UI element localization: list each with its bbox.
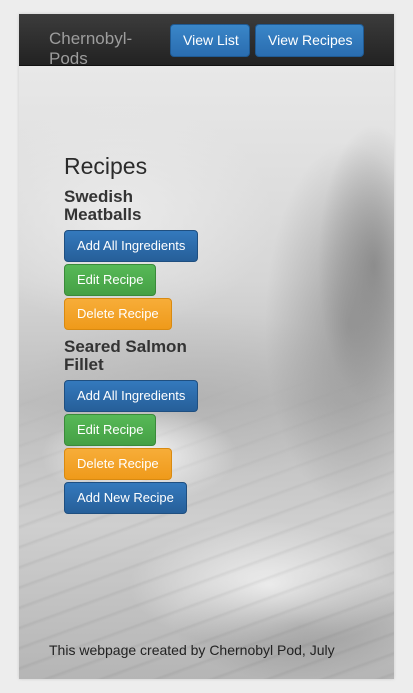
brand-link[interactable]: Chernobyl-Pods (49, 29, 159, 69)
recipes-section: Recipes Swedish Meatballs Add All Ingred… (64, 152, 364, 516)
delete-recipe-button[interactable]: Delete Recipe (64, 298, 172, 330)
navbar: Chernobyl-Pods View List View Recipes (19, 14, 394, 69)
recipe-card: Seared Salmon Fillet Add All Ingredients… (64, 338, 364, 480)
recipe-card: Swedish Meatballs Add All Ingredients Ed… (64, 188, 364, 330)
page-title: Recipes (64, 153, 148, 179)
edit-recipe-button[interactable]: Edit Recipe (64, 264, 157, 296)
page-frame: Chernobyl-Pods View List View Recipes Re… (19, 14, 394, 679)
add-all-ingredients-button[interactable]: Add All Ingredients (64, 380, 199, 412)
add-all-ingredients-button[interactable]: Add All Ingredients (64, 230, 199, 262)
footer-text: This webpage created by Chernobyl Pod, J… (49, 642, 335, 658)
recipe-name: Seared Salmon Fillet (64, 337, 187, 374)
delete-recipe-button[interactable]: Delete Recipe (64, 448, 172, 480)
recipe-name: Swedish Meatballs (64, 187, 142, 224)
add-new-recipe-button[interactable]: Add New Recipe (64, 482, 187, 514)
view-list-button[interactable]: View List (170, 24, 250, 57)
edit-recipe-button[interactable]: Edit Recipe (64, 414, 157, 446)
view-recipes-button[interactable]: View Recipes (255, 24, 364, 57)
